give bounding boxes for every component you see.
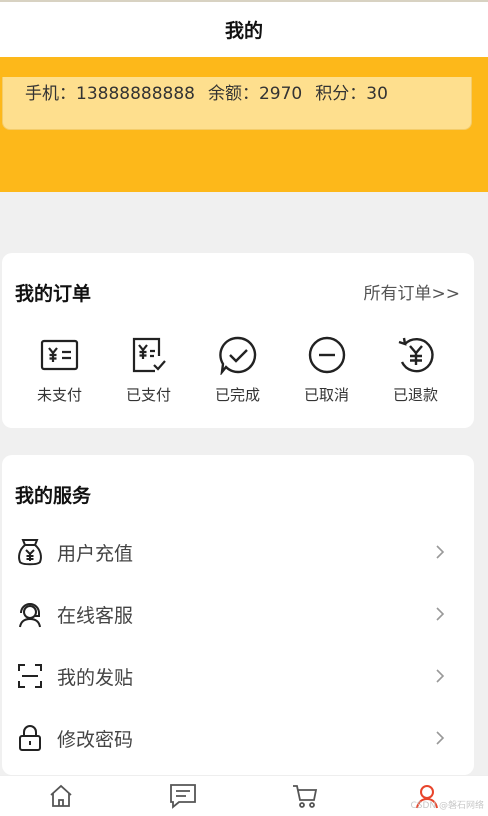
order-status-label: 已取消 (303, 386, 349, 404)
page-header: 我的 (0, 0, 488, 57)
home-icon (50, 784, 72, 807)
yuan-bill-icon (39, 335, 81, 375)
points-text: 积分：30 (315, 84, 388, 104)
orders-title: 我的订单 (15, 283, 92, 305)
order-status-list: 未支付 已支付 已完成 已取消 已退款 (2, 335, 474, 405)
headset-agent-icon (15, 599, 45, 629)
order-status-label: 已支付 (125, 386, 171, 404)
yuan-receipt-check-icon (128, 335, 170, 375)
balance-text: 余额：2970 (207, 84, 303, 104)
scan-frame-icon (15, 661, 45, 691)
all-orders-link[interactable]: 所有订单>> (364, 279, 461, 304)
user-info-line: 手机：13888888888 余额：2970 积分：30 (25, 79, 471, 104)
chevron-right-icon (436, 545, 445, 559)
my-services-card: 我的服务 用户充值 在线客服 我的发贴 修改密码 (2, 455, 474, 775)
minus-circle-icon (306, 335, 348, 375)
chevron-right-icon (436, 731, 445, 745)
service-item-change-password[interactable]: 修改密码 (2, 718, 474, 758)
message-icon (170, 784, 196, 809)
order-status-label: 未支付 (36, 386, 82, 404)
cart-icon (293, 785, 318, 808)
profile-banner: 手机：13888888888 余额：2970 积分：30 (0, 57, 488, 192)
my-orders-card: 我的订单 所有订单>> 未支付 已支付 已完成 已取消 已退款 (2, 253, 474, 428)
service-label: 修改密码 (57, 728, 134, 751)
money-bag-icon (15, 537, 45, 567)
lock-icon (15, 723, 45, 753)
phone-text: 手机：13888888888 (25, 84, 195, 104)
order-status-label: 已退款 (392, 386, 438, 404)
page-title: 我的 (224, 20, 263, 42)
tab-home[interactable] (0, 776, 122, 816)
check-chat-icon (217, 335, 259, 375)
chevron-right-icon (436, 607, 445, 621)
service-item-customer-service[interactable]: 在线客服 (2, 594, 474, 634)
services-title: 我的服务 (15, 485, 92, 507)
order-status-paid[interactable]: 已支付 (104, 335, 193, 405)
order-status-refunded[interactable]: 已退款 (371, 335, 460, 405)
order-status-completed[interactable]: 已完成 (193, 335, 282, 405)
watermark: CSDN @磐石网络 (410, 801, 484, 811)
service-label: 我的发贴 (57, 666, 134, 689)
tab-messages[interactable] (122, 776, 244, 816)
order-status-cancelled[interactable]: 已取消 (282, 335, 371, 405)
yuan-refund-icon (395, 335, 437, 375)
order-status-label: 已完成 (214, 386, 260, 404)
chevron-right-icon (436, 669, 445, 683)
service-label: 在线客服 (57, 604, 134, 627)
user-info-card: 手机：13888888888 余额：2970 积分：30 (2, 77, 472, 130)
order-status-unpaid[interactable]: 未支付 (15, 335, 104, 405)
service-label: 用户充值 (57, 542, 134, 565)
service-item-my-posts[interactable]: 我的发贴 (2, 656, 474, 696)
tab-cart[interactable] (244, 776, 366, 816)
service-item-recharge[interactable]: 用户充值 (2, 532, 474, 572)
